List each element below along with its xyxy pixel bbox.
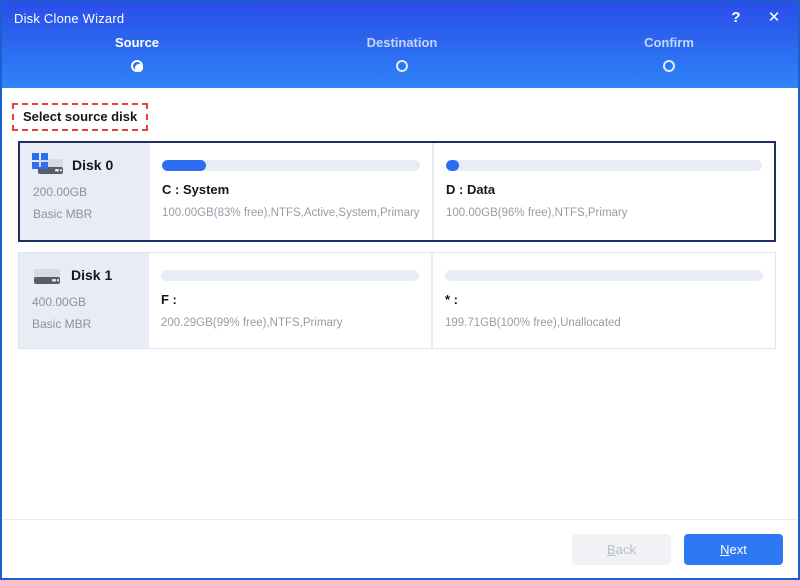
partition-c-label: C : System xyxy=(162,182,420,197)
step-connector-dotted-line xyxy=(418,103,656,105)
partition-unallocated-usage-bar xyxy=(445,270,763,281)
step-destination: Destination xyxy=(337,35,467,72)
partition-unallocated-details: 199.71GB(100% free),Unallocated xyxy=(445,317,763,329)
step-source-label: Source xyxy=(72,35,202,50)
partition-d-usage-fill xyxy=(446,160,459,171)
back-button-accesskey: B xyxy=(607,542,616,557)
partition-f-usage-bar xyxy=(161,270,419,281)
data-disk-icon xyxy=(30,262,64,288)
titlebar: Disk Clone Wizard ? ✕ xyxy=(2,2,798,27)
disk1-title: Disk 1 xyxy=(30,262,145,288)
step-destination-radio-icon xyxy=(396,60,408,72)
partition-d-label: D : Data xyxy=(446,182,762,197)
partition-f: F : 200.29GB(99% free),NTFS,Primary xyxy=(149,253,431,348)
window-title: Disk Clone Wizard xyxy=(14,11,124,26)
disk-row-disk1[interactable]: Disk 1 400.00GB Basic MBR F : 200.29GB(9… xyxy=(18,252,776,349)
wizard-footer: Back Next xyxy=(2,519,798,578)
step-source: Source xyxy=(72,35,202,72)
disk-clone-wizard-window: Disk Clone Wizard ? ✕ Source Destination… xyxy=(0,0,800,580)
partition-d: D : Data 100.00GB(96% free),NTFS,Primary xyxy=(432,143,774,240)
wizard-header: Disk Clone Wizard ? ✕ Source Destination… xyxy=(2,2,798,88)
partition-f-details: 200.29GB(99% free),NTFS,Primary xyxy=(161,317,419,329)
disk0-partitions: C : System 100.00GB(83% free),NTFS,Activ… xyxy=(150,143,774,240)
disk1-capacity: 400.00GB xyxy=(32,295,145,309)
partition-unallocated-label: * : xyxy=(445,292,763,307)
step-confirm: Confirm xyxy=(604,35,734,72)
step-confirm-label: Confirm xyxy=(604,35,734,50)
partition-c: C : System 100.00GB(83% free),NTFS,Activ… xyxy=(150,143,432,240)
disk1-name: Disk 1 xyxy=(71,267,112,283)
disk0-type: Basic MBR xyxy=(33,207,146,221)
partition-f-label: F : xyxy=(161,292,419,307)
disk0-name: Disk 0 xyxy=(72,157,113,173)
help-icon[interactable]: ? xyxy=(726,9,746,27)
select-source-disk-label: Select source disk xyxy=(12,103,148,131)
disk1-info: Disk 1 400.00GB Basic MBR xyxy=(19,253,149,348)
step-confirm-radio-icon xyxy=(663,60,675,72)
disk0-title: Disk 0 xyxy=(31,152,146,178)
partition-d-usage-bar xyxy=(446,160,762,171)
disk-row-disk0[interactable]: Disk 0 200.00GB Basic MBR C : System 100… xyxy=(18,141,776,242)
partition-d-details: 100.00GB(96% free),NTFS,Primary xyxy=(446,207,762,219)
disk1-type: Basic MBR xyxy=(32,317,145,331)
next-button-label: ext xyxy=(730,542,747,557)
disk0-capacity: 200.00GB xyxy=(33,185,146,199)
system-disk-icon xyxy=(31,152,65,178)
close-icon[interactable]: ✕ xyxy=(764,9,784,27)
step-source-radio-icon xyxy=(131,60,143,72)
step-connector-dotted-line xyxy=(154,103,390,105)
partition-c-usage-fill xyxy=(162,160,206,171)
partition-c-details: 100.00GB(83% free),NTFS,Active,System,Pr… xyxy=(162,207,420,219)
wizard-steps: Source Destination Confirm xyxy=(2,35,798,87)
back-button-label: ack xyxy=(616,542,636,557)
next-button[interactable]: Next xyxy=(684,534,783,565)
disk0-info: Disk 0 200.00GB Basic MBR xyxy=(20,143,150,240)
disk1-partitions: F : 200.29GB(99% free),NTFS,Primary * : … xyxy=(149,253,775,348)
partition-c-usage-bar xyxy=(162,160,420,171)
partition-unallocated: * : 199.71GB(100% free),Unallocated xyxy=(431,253,775,348)
step-destination-label: Destination xyxy=(337,35,467,50)
next-button-accesskey: N xyxy=(720,542,729,557)
back-button[interactable]: Back xyxy=(572,534,671,565)
